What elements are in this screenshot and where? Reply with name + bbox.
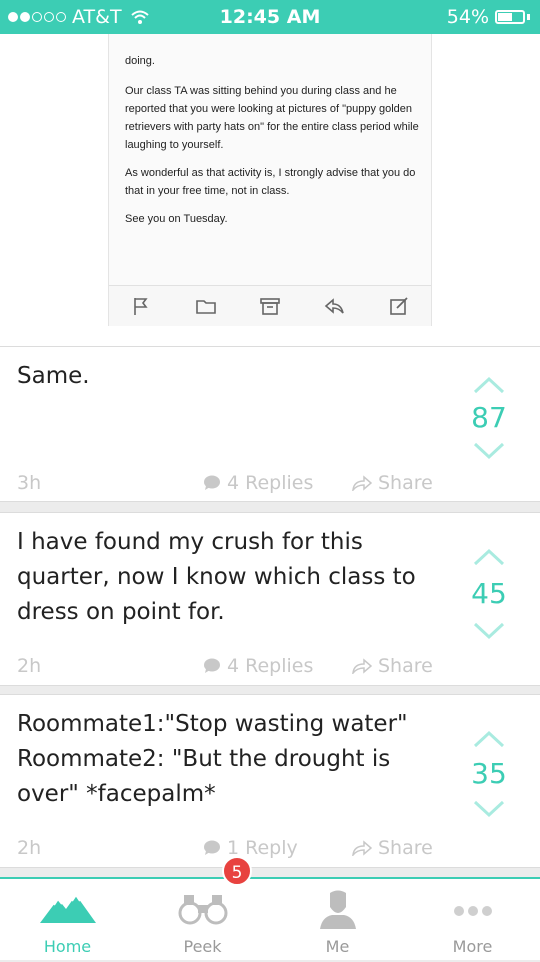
downvote-icon[interactable] (471, 799, 507, 819)
email-partial-line: doing. (125, 55, 155, 67)
tab-label: More (452, 937, 493, 956)
upvote-icon[interactable] (471, 547, 507, 567)
vote-count: 45 (471, 577, 507, 610)
post-time: 3h (17, 472, 42, 494)
post-time: 2h (17, 655, 42, 677)
downvote-icon[interactable] (471, 621, 507, 641)
share-button[interactable]: Share (352, 472, 433, 494)
post-text: Same. (17, 363, 90, 389)
share-button[interactable]: Share (352, 655, 433, 677)
upvote-icon[interactable] (471, 729, 507, 749)
upvote-icon[interactable] (471, 375, 507, 395)
tab-home[interactable]: Home (0, 879, 135, 962)
dots-icon (453, 906, 492, 916)
tab-label: Me (325, 937, 350, 956)
vote-count: 87 (471, 401, 507, 434)
tab-more[interactable]: More (405, 879, 540, 962)
person-icon (319, 890, 356, 929)
replies-button[interactable]: 4 Replies (203, 472, 313, 494)
battery-percent: 54% (446, 6, 489, 28)
flag-icon (134, 298, 148, 315)
mountain-icon (39, 893, 96, 923)
share-arrow-icon (352, 658, 372, 674)
status-bar: AT&T 12:45 AM 54% (0, 0, 540, 34)
folder-icon (195, 300, 216, 314)
image-post[interactable]: doing. Our class TA was sitting behind y… (0, 34, 540, 346)
tab-peek[interactable]: Peek (135, 879, 270, 962)
replies-button[interactable]: 4 Replies (203, 655, 313, 677)
email-toolbar (109, 285, 431, 326)
reply-icon (325, 298, 345, 314)
notification-badge: 5 (222, 856, 252, 886)
email-paragraph: Our class TA was sitting behind you duri… (125, 85, 419, 151)
share-arrow-icon (352, 840, 372, 856)
post-text: Roommate1:"Stop wasting water" Roommate2… (17, 711, 408, 807)
comment-bubble-icon (204, 840, 220, 855)
post-time: 2h (17, 837, 42, 859)
comment-bubble-icon (204, 658, 220, 673)
post-card[interactable]: Same. 87 3h 4 Replies Share (0, 346, 540, 502)
vote-widget: 45 (460, 547, 518, 641)
replies-label: 4 Replies (227, 655, 314, 677)
replies-label: 4 Replies (227, 472, 314, 494)
share-label: Share (378, 472, 433, 494)
share-button[interactable]: Share (352, 837, 433, 859)
replies-button[interactable]: 1 Reply (203, 837, 298, 859)
battery-indicator: 54% (447, 6, 530, 28)
share-label: Share (378, 655, 433, 677)
tab-label: Home (43, 937, 92, 956)
vote-count: 35 (471, 757, 507, 790)
downvote-icon[interactable] (471, 441, 507, 461)
tab-me[interactable]: Me (270, 879, 405, 962)
post-card[interactable]: Roommate1:"Stop wasting water" Roommate2… (0, 694, 540, 868)
tab-label: Peek (183, 937, 222, 956)
comment-bubble-icon (204, 475, 220, 490)
share-label: Share (378, 837, 433, 859)
vote-widget: 87 (460, 375, 518, 461)
email-screenshot: doing. Our class TA was sitting behind y… (108, 34, 432, 326)
email-paragraph: See you on Tuesday. (125, 213, 228, 225)
archive-icon (260, 298, 280, 315)
email-paragraph: As wonderful as that activity is, I stro… (125, 167, 416, 197)
share-arrow-icon (352, 475, 372, 491)
compose-icon (389, 297, 408, 315)
vote-widget: 35 (460, 729, 518, 819)
tab-bar: Home Peek Me More (0, 877, 540, 960)
binoculars-icon (178, 895, 227, 925)
battery-icon (495, 10, 525, 24)
post-text: I have found my crush for this quarter, … (17, 529, 416, 625)
post-card[interactable]: I have found my crush for this quarter, … (0, 512, 540, 686)
